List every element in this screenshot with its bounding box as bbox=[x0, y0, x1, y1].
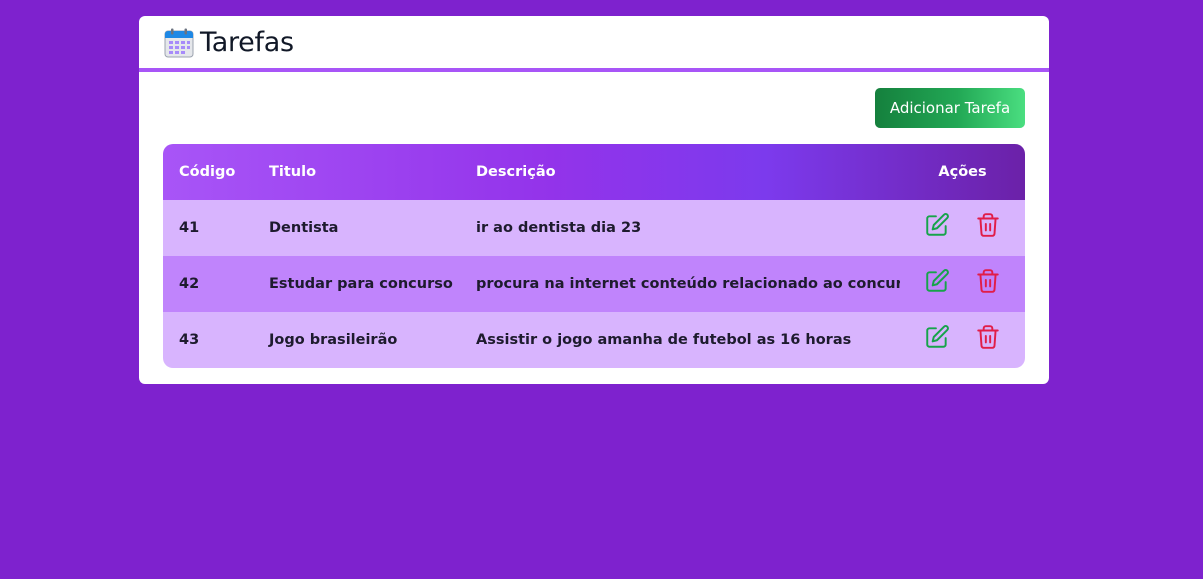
tasks-table-wrapper: Código Titulo Descrição Ações 41 Dentist… bbox=[163, 144, 1025, 368]
column-header-codigo: Código bbox=[179, 164, 236, 180]
column-header-descricao: Descrição bbox=[476, 164, 556, 180]
tasks-table: Código Titulo Descrição Ações 41 Dentist… bbox=[163, 144, 1025, 368]
column-header-acoes: Ações bbox=[938, 164, 987, 180]
page-title: Tarefas bbox=[200, 26, 294, 58]
trash-icon[interactable] bbox=[975, 324, 1001, 350]
card-header: Tarefas bbox=[139, 16, 1049, 72]
cell-titulo: Jogo brasileirão bbox=[269, 332, 398, 348]
edit-icon[interactable] bbox=[924, 268, 950, 294]
edit-icon[interactable] bbox=[924, 212, 950, 238]
add-task-button[interactable]: Adicionar Tarefa bbox=[875, 88, 1025, 128]
cell-actions bbox=[900, 312, 1025, 368]
card-body: Adicionar Tarefa Código Titulo Descrição… bbox=[139, 72, 1049, 384]
tasks-card: Tarefas Adicionar Tarefa Código Titulo D… bbox=[139, 16, 1049, 384]
cell-codigo: 42 bbox=[179, 276, 200, 292]
cell-descricao: procura na internet conteúdo relacionado… bbox=[476, 276, 900, 292]
calendar-icon bbox=[164, 28, 194, 58]
table-row: 42 Estudar para concurso procura na inte… bbox=[163, 256, 1025, 312]
cell-descricao: ir ao dentista dia 23 bbox=[476, 220, 642, 236]
trash-icon[interactable] bbox=[975, 212, 1001, 238]
cell-titulo: Estudar para concurso bbox=[269, 276, 453, 292]
cell-codigo: 43 bbox=[179, 332, 200, 348]
trash-icon[interactable] bbox=[975, 268, 1001, 294]
edit-icon[interactable] bbox=[924, 324, 950, 350]
table-header-row: Código Titulo Descrição Ações bbox=[163, 144, 1025, 200]
table-row: 41 Dentista ir ao dentista dia 23 bbox=[163, 200, 1025, 256]
table-row: 43 Jogo brasileirão Assistir o jogo aman… bbox=[163, 312, 1025, 368]
cell-titulo: Dentista bbox=[269, 220, 339, 236]
cell-descricao: Assistir o jogo amanha de futebol as 16 … bbox=[476, 332, 852, 348]
column-header-titulo: Titulo bbox=[269, 164, 317, 180]
cell-actions bbox=[900, 200, 1025, 256]
cell-codigo: 41 bbox=[179, 220, 200, 236]
cell-actions bbox=[900, 256, 1025, 312]
